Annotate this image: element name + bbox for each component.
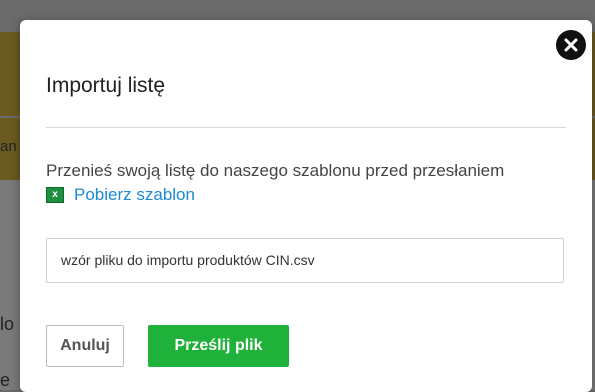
cancel-button[interactable]: Anuluj [46,325,124,367]
background-text-fragment: an [0,138,17,155]
modal-title: Importuj listę [46,74,166,97]
upload-file-button[interactable]: Prześlij plik [148,325,289,367]
divider [46,127,566,128]
close-icon[interactable] [556,30,586,60]
close-x-glyph [564,38,578,52]
background-text-fragment: lo [0,314,15,334]
selected-file-field[interactable]: wzór pliku do importu produktów CIN.csv [46,238,564,283]
import-list-modal: Importuj listę Przenieś swoją listę do n… [20,20,592,392]
excel-icon: x [46,187,64,203]
download-template-row: x Pobierz szablon [46,185,195,205]
background-text-fragment: e [0,370,11,390]
download-template-link[interactable]: Pobierz szablon [74,185,195,205]
instructions-text: Przenieś swoją listę do naszego szablonu… [46,161,505,180]
